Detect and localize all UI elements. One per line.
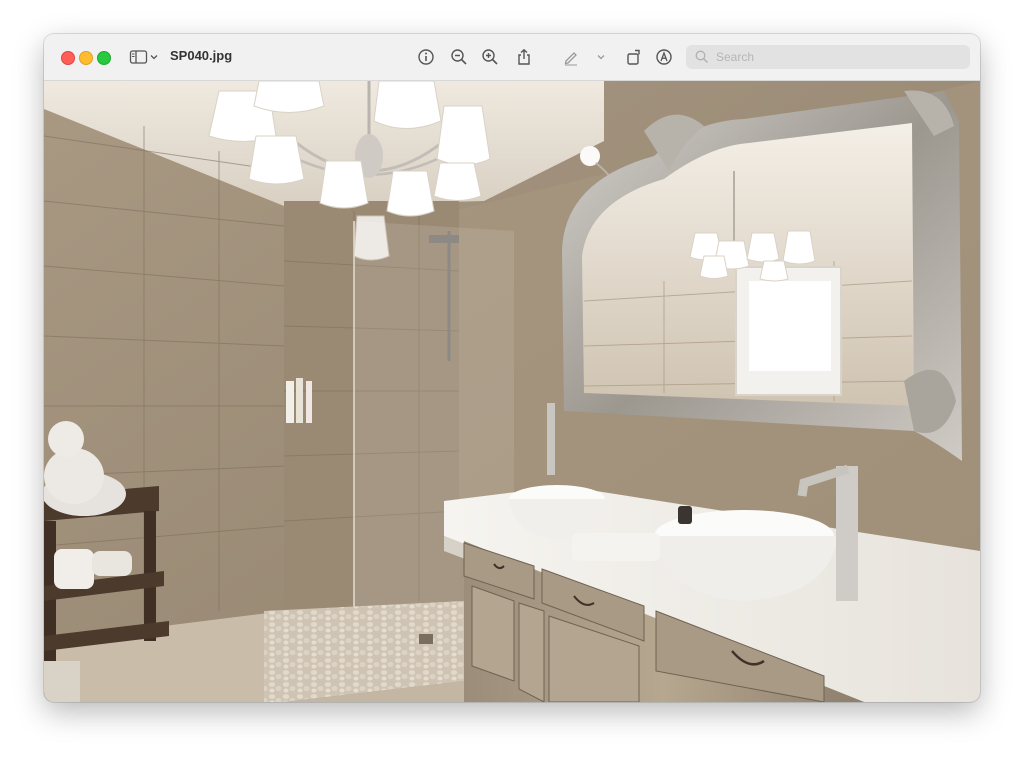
sidebar-icon (129, 50, 148, 64)
image-canvas[interactable] (44, 81, 980, 702)
markup-pen-icon (564, 52, 577, 66)
search-input[interactable] (714, 49, 948, 65)
maximize-button[interactable] (97, 51, 111, 65)
markup-button[interactable] (560, 46, 582, 68)
chevron-down-icon (597, 55, 605, 60)
rotate-button[interactable] (623, 46, 645, 68)
search-icon (695, 50, 708, 63)
info-button[interactable] (415, 46, 437, 68)
zoom-out-icon (451, 49, 467, 65)
minimize-button[interactable] (79, 51, 93, 65)
search-field[interactable] (686, 45, 970, 69)
annotate-icon (656, 49, 672, 65)
sidebar-toggle-button[interactable] (129, 47, 163, 67)
annotate-button[interactable] (653, 46, 675, 68)
share-button[interactable] (513, 46, 535, 68)
preview-window: SP040.jpg (44, 34, 980, 702)
window-title: SP040.jpg (170, 48, 233, 63)
close-button[interactable] (61, 51, 75, 65)
chevron-down-icon (150, 55, 158, 60)
info-icon (418, 49, 434, 65)
zoom-in-button[interactable] (479, 46, 501, 68)
title-bar: SP040.jpg (44, 34, 980, 81)
share-icon (518, 48, 530, 65)
bathroom-photo (44, 81, 980, 702)
rotate-icon (627, 49, 640, 65)
zoom-in-icon (482, 49, 498, 65)
zoom-out-button[interactable] (448, 46, 470, 68)
markup-menu-button[interactable] (590, 46, 612, 68)
